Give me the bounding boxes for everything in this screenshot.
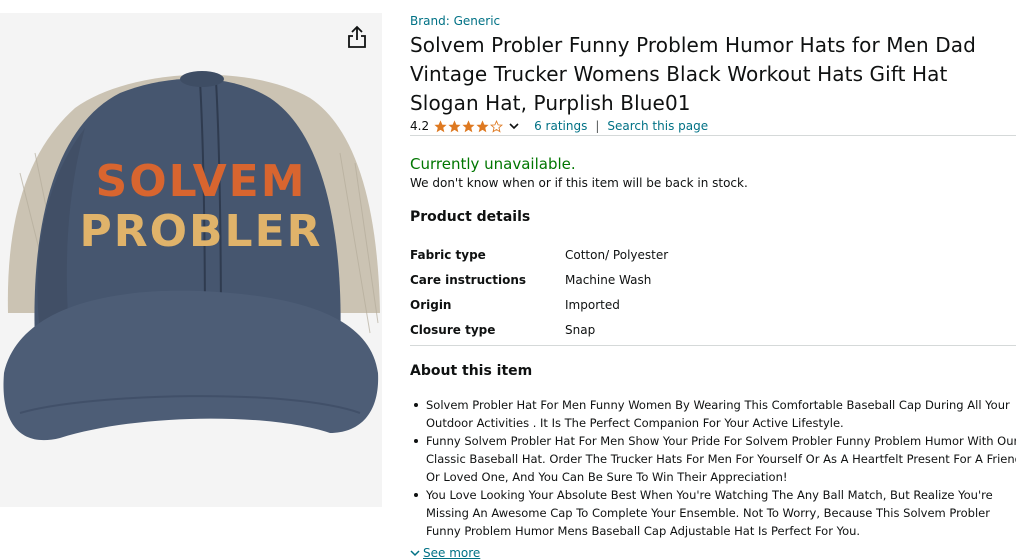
brand-link[interactable]: Brand: Generic — [410, 14, 500, 28]
detail-value: Snap — [565, 322, 596, 337]
star-icon — [476, 119, 489, 132]
product-image-panel[interactable]: SOLVEM PROBLER — [0, 13, 382, 507]
about-list: Solvem Probler Hat For Men Funny Women B… — [414, 396, 1016, 540]
star-rating[interactable] — [434, 119, 504, 133]
about-bullet: Funny Solvem Probler Hat For Men Show Yo… — [414, 432, 1016, 486]
detail-value: Machine Wash — [565, 272, 652, 287]
hat-text-line1: SOLVEM — [96, 156, 307, 207]
detail-row: Fabric type Cotton/ Polyester — [410, 242, 668, 267]
about-heading: About this item — [410, 363, 533, 379]
chevron-down-icon[interactable] — [508, 121, 520, 131]
detail-value: Cotton/ Polyester — [565, 247, 669, 262]
hat-text-line2: PROBLER — [79, 206, 322, 257]
product-title: Solvem Probler Funny Problem Humor Hats … — [410, 33, 976, 115]
about-bullet: You Love Looking Your Absolute Best When… — [414, 486, 1016, 540]
star-icon — [462, 119, 475, 132]
ratings-count-link[interactable]: 6 ratings — [534, 119, 587, 133]
product-details-heading: Product details — [410, 209, 531, 225]
detail-label: Care instructions — [410, 272, 527, 287]
detail-row: Closure type Snap — [410, 317, 668, 342]
rating-separator: | — [595, 119, 600, 133]
divider — [410, 135, 1016, 136]
star-icon — [448, 119, 461, 132]
detail-row: Origin Imported — [410, 292, 668, 317]
about-bullet: Solvem Probler Hat For Men Funny Women B… — [414, 396, 1016, 432]
rating-row: 4.2 6 ratings | Search this page — [410, 118, 708, 134]
detail-value: Imported — [565, 297, 620, 312]
divider — [410, 345, 1016, 346]
detail-label: Fabric type — [410, 247, 486, 262]
detail-label: Origin — [410, 297, 452, 312]
search-this-page-link[interactable]: Search this page — [607, 119, 708, 133]
availability-status: Currently unavailable. — [410, 155, 576, 173]
chevron-down-icon — [410, 550, 420, 557]
detail-label: Closure type — [410, 322, 496, 337]
share-icon[interactable] — [346, 25, 368, 49]
availability-note: We don't know when or if this item will … — [410, 176, 748, 190]
product-image-hat[interactable]: SOLVEM PROBLER — [0, 13, 382, 507]
see-more-link[interactable]: See more — [410, 546, 487, 559]
star-icon — [434, 119, 447, 132]
rating-value: 4.2 — [410, 119, 430, 133]
star-empty-icon — [490, 119, 504, 133]
product-details-table: Fabric type Cotton/ Polyester Care instr… — [410, 242, 668, 342]
see-more-label: See more — [423, 546, 481, 559]
detail-row: Care instructions Machine Wash — [410, 267, 668, 292]
